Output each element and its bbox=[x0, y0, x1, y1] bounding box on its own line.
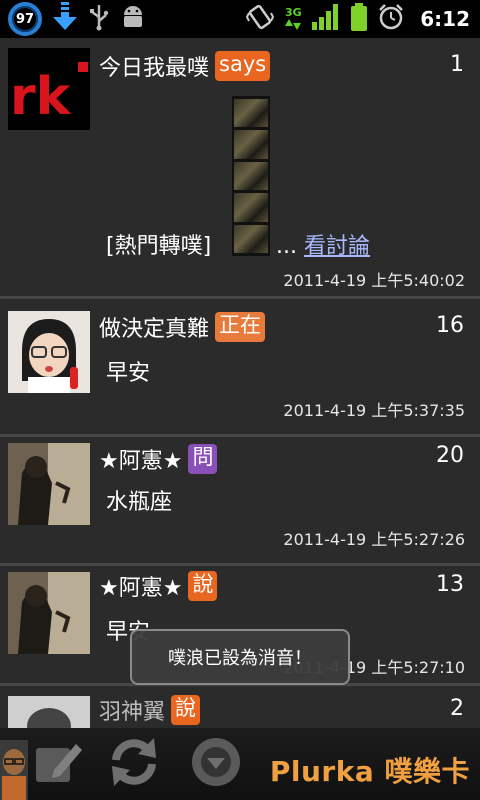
vibrate-icon bbox=[246, 3, 275, 35]
avatar[interactable] bbox=[8, 572, 90, 654]
refresh-icon bbox=[106, 734, 162, 794]
refresh-button[interactable] bbox=[104, 734, 164, 794]
response-count: 1 bbox=[450, 52, 464, 77]
avatar[interactable] bbox=[8, 696, 90, 728]
author-name: 今日我最噗 bbox=[99, 56, 210, 81]
download-icon bbox=[52, 2, 78, 36]
plurk-item[interactable]: 做決定真難 正在 16 早安 2011-4-19 上午5:37:35 bbox=[0, 299, 480, 437]
author-name: ★阿憲★ bbox=[99, 449, 183, 474]
3g-icon: 3G bbox=[284, 2, 302, 36]
avatar[interactable]: rk bbox=[8, 48, 90, 130]
svg-text:3G: 3G bbox=[285, 6, 302, 19]
content-text: [熱門轉噗] bbox=[106, 234, 212, 259]
response-count: 2 bbox=[450, 696, 464, 721]
avatar[interactable] bbox=[8, 443, 90, 525]
signal-icon bbox=[312, 4, 340, 34]
image-thumbnail[interactable] bbox=[232, 96, 270, 256]
android-debug-icon bbox=[120, 3, 146, 35]
compose-button[interactable] bbox=[28, 734, 88, 794]
qualifier-badge: 正在 bbox=[215, 312, 266, 342]
user-avatar[interactable] bbox=[0, 740, 28, 800]
author-name: 做決定真難 bbox=[99, 317, 210, 342]
ellipsis-text: ... bbox=[276, 234, 297, 259]
toast-notification: 噗浪已設為消音！ bbox=[130, 629, 350, 685]
bottom-toolbar: Plurka 噗樂卡 bbox=[0, 728, 480, 800]
response-count: 20 bbox=[436, 443, 464, 468]
svg-text:rk: rk bbox=[10, 67, 72, 127]
plurk-item[interactable]: rk 今日我最噗 says 1 [熱門轉噗] ... 看討論 2011-4-19… bbox=[0, 38, 480, 299]
content-text: 早安 bbox=[106, 361, 151, 386]
author-name: 羽神翼 bbox=[99, 700, 166, 725]
avatar[interactable] bbox=[8, 311, 90, 393]
timestamp: 2011-4-19 上午5:27:26 bbox=[283, 530, 465, 549]
toast-message: 噗浪已設為消音！ bbox=[168, 648, 312, 669]
compose-icon bbox=[32, 736, 84, 792]
more-icon bbox=[188, 734, 244, 794]
clock: 6:12 bbox=[420, 7, 470, 31]
battery-widget: 97 bbox=[8, 2, 42, 36]
view-discussion-link[interactable]: 看討論 bbox=[304, 234, 370, 259]
plurk-item[interactable]: ★阿憲★ 問 20 水瓶座 2011-4-19 上午5:27:26 bbox=[0, 437, 480, 566]
battery-percent: 97 bbox=[15, 11, 35, 27]
qualifier-badge: says bbox=[215, 51, 271, 81]
alarm-icon bbox=[378, 3, 404, 35]
qualifier-badge: 問 bbox=[188, 444, 218, 474]
app-brand: Plurka 噗樂卡 bbox=[269, 755, 470, 788]
plurk-list[interactable]: rk 今日我最噗 says 1 [熱門轉噗] ... 看討論 2011-4-19… bbox=[0, 38, 480, 728]
qualifier-badge: 說 bbox=[188, 571, 218, 601]
usb-icon bbox=[88, 3, 110, 35]
author-name: ★阿憲★ bbox=[99, 576, 183, 601]
battery-icon bbox=[350, 3, 368, 35]
qualifier-badge: 說 bbox=[171, 695, 201, 725]
plurk-item[interactable]: 羽神翼 說 2 bbox=[0, 686, 480, 728]
timestamp: 2011-4-19 上午5:40:02 bbox=[283, 271, 465, 290]
response-count: 13 bbox=[436, 572, 464, 597]
content-text: 水瓶座 bbox=[106, 490, 173, 515]
status-bar: 97 3G 6:12 bbox=[0, 0, 480, 38]
more-button[interactable] bbox=[186, 734, 246, 794]
timestamp: 2011-4-19 上午5:37:35 bbox=[283, 401, 465, 420]
response-count: 16 bbox=[436, 313, 464, 338]
